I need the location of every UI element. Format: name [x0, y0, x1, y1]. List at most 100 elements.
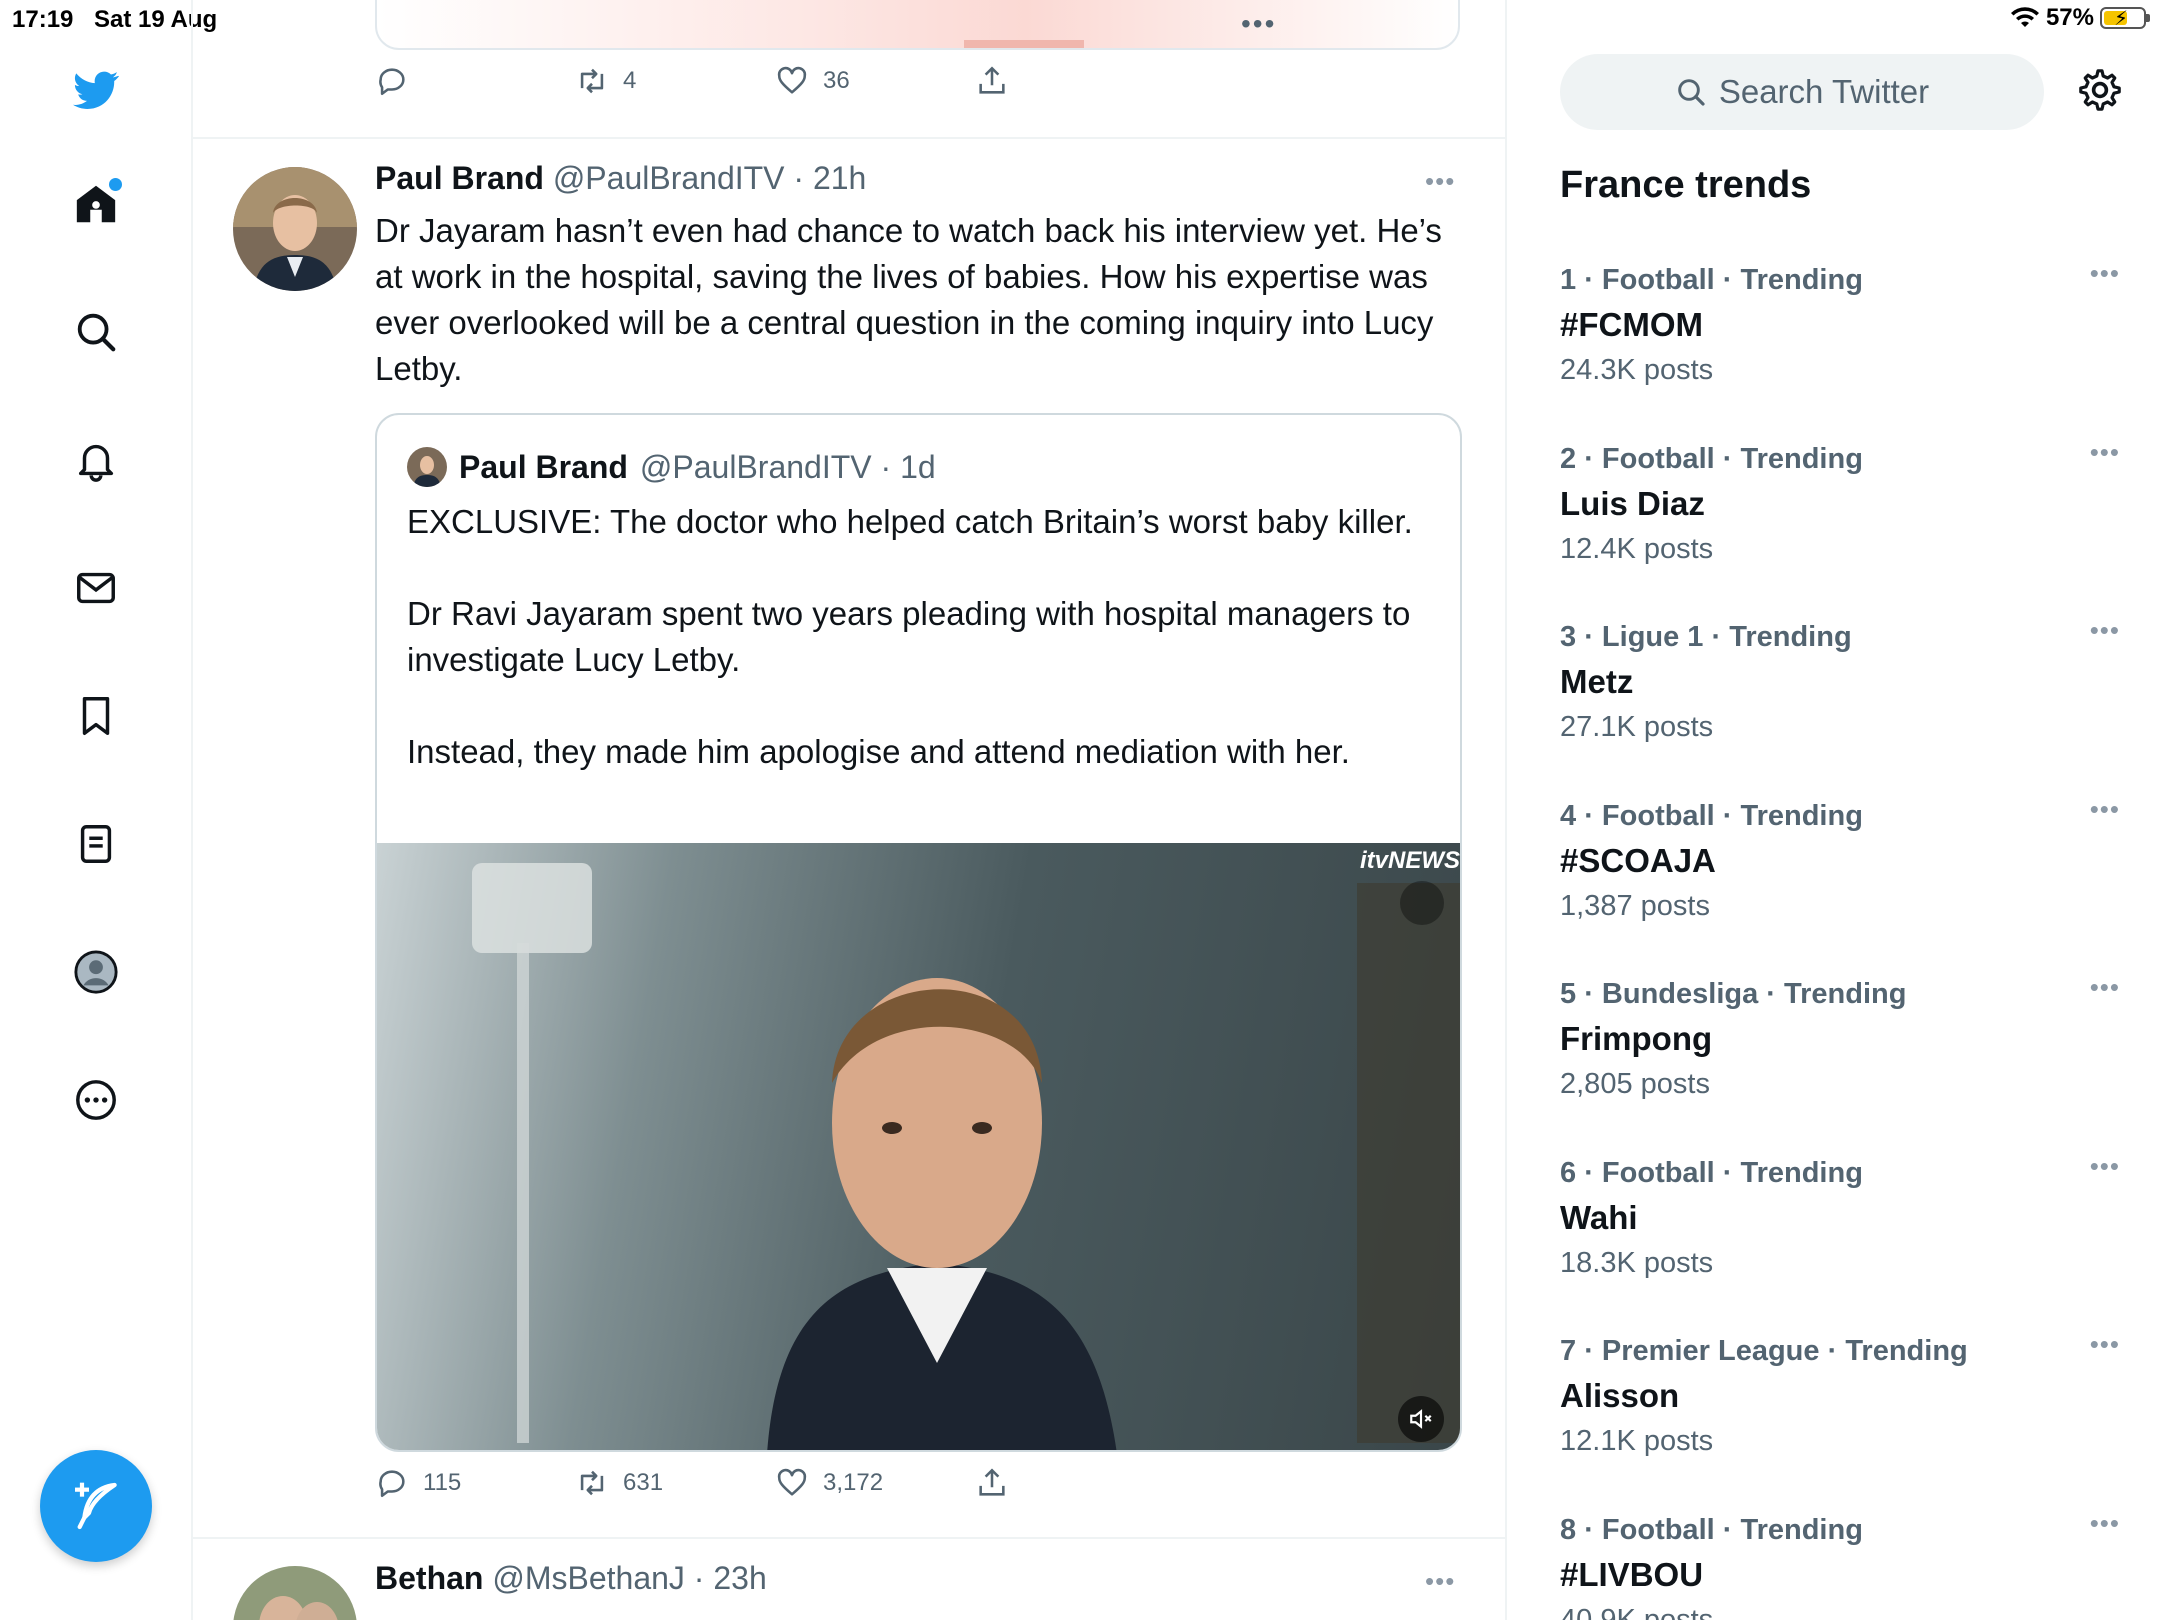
retweet-button[interactable]: 4 [575, 64, 636, 98]
trend-rank: 5 [1560, 978, 1577, 1010]
nav-home[interactable] [64, 172, 128, 236]
avatar[interactable] [233, 1566, 357, 1620]
more-circle-icon [76, 1080, 116, 1120]
settings-button[interactable] [2076, 66, 2124, 114]
separator-dot: · [784, 160, 813, 196]
nav-explore[interactable] [64, 300, 128, 364]
quoted-paragraph-2: Dr Ravi Jayaram spent two years pleading… [407, 595, 1411, 678]
trend-post-count: 40.9K posts [1560, 1604, 1714, 1620]
reply-count: 115 [423, 1469, 462, 1496]
battery-icon: ⚡ [2100, 7, 2150, 30]
retweet-button[interactable]: 631 [575, 1466, 663, 1500]
divider [193, 1537, 1505, 1539]
trend-more-icon[interactable]: ••• [2090, 615, 2120, 646]
trend-category: Premier League [1601, 1335, 1820, 1367]
list-icon [80, 825, 112, 863]
nav-lists[interactable] [64, 812, 128, 876]
quoted-tweet[interactable]: Paul Brand @PaulBrandITV · 1d EXCLUSIVE:… [375, 413, 1462, 1452]
share-button[interactable] [975, 1466, 1009, 1500]
trend-more-icon[interactable]: ••• [2090, 794, 2120, 825]
compose-icon [75, 1482, 117, 1530]
trend-category: Ligue 1 [1601, 621, 1704, 653]
trends-title: France trends [1560, 164, 1812, 206]
retweet-icon [580, 68, 604, 94]
trend-status: Trending [1740, 443, 1863, 475]
trend-post-count: 2,805 posts [1560, 1068, 1710, 1100]
trend-item[interactable]: 4 · Football · Trending #SCOAJA 1,387 po… [1560, 794, 2120, 970]
compose-button[interactable] [40, 1450, 152, 1562]
trend-meta: 5 · Bundesliga · Trending [1560, 978, 1907, 1010]
trend-item[interactable]: 6 · Football · Trending Wahi 18.3K posts… [1560, 1151, 2120, 1327]
author-handle[interactable]: @PaulBrandITV [553, 160, 785, 196]
trend-name: #SCOAJA [1560, 842, 1716, 879]
author-handle[interactable]: @MsBethanJ [492, 1560, 685, 1596]
trend-rank: 2 [1560, 443, 1577, 475]
twitter-logo-icon[interactable] [64, 58, 128, 122]
separator-dot: · [684, 1560, 714, 1596]
trend-meta: 6 · Football · Trending [1560, 1157, 1863, 1189]
trend-item[interactable]: 2 · Football · Trending Luis Diaz 12.4K … [1560, 437, 2120, 613]
trend-more-icon[interactable]: ••• [2090, 437, 2120, 468]
previous-tweet-actions: 4 36 [375, 64, 1075, 114]
tweet-time[interactable]: 21h [813, 160, 866, 196]
trend-meta: 1 · Football · Trending [1560, 264, 1863, 296]
quoted-tweet-text: EXCLUSIVE: The doctor who helped catch B… [407, 499, 1437, 821]
search-input[interactable]: Search Twitter [1560, 54, 2044, 130]
mail-icon [77, 572, 115, 604]
quoted-paragraph-3: Instead, they made him apologise and att… [407, 733, 1350, 770]
trend-more-icon[interactable]: ••• [2090, 1514, 2120, 1539]
share-button[interactable] [975, 64, 1009, 98]
author-name[interactable]: Paul Brand [375, 160, 544, 196]
reply-icon [379, 68, 405, 96]
tweet-time[interactable]: 23h [713, 1560, 766, 1596]
mute-button[interactable] [1398, 1396, 1444, 1442]
profile-icon [74, 950, 118, 994]
heart-icon [777, 66, 807, 94]
trend-more-icon[interactable]: ••• [2090, 1151, 2120, 1182]
trend-meta: 7 · Premier League · Trending [1560, 1335, 1968, 1367]
wifi-icon [2010, 7, 2039, 27]
divider [193, 137, 1505, 139]
media-more-icon[interactable]: ••• [1241, 8, 1276, 40]
trend-item[interactable]: 3 · Ligue 1 · Trending Metz 27.1K posts … [1560, 615, 2120, 791]
avatar[interactable] [233, 167, 357, 291]
nav-more[interactable] [64, 1068, 128, 1132]
tweet-header: Bethan @MsBethanJ · 23h [375, 1560, 767, 1597]
trend-name: Wahi [1560, 1199, 1638, 1236]
trend-item[interactable]: 5 · Bundesliga · Trending Frimpong 2,805… [1560, 972, 2120, 1148]
video-player[interactable]: itvNEWS [377, 843, 1460, 1450]
trend-status: Trending [1740, 264, 1863, 296]
quoted-paragraph-1: EXCLUSIVE: The doctor who helped catch B… [407, 503, 1413, 540]
like-button[interactable]: 3,172 [775, 1466, 883, 1500]
tweet-more-icon[interactable]: ••• [1425, 1566, 1455, 1597]
quoted-author-handle: @PaulBrandITV [639, 448, 872, 485]
trend-name: Metz [1560, 663, 1634, 700]
reply-button[interactable] [375, 64, 409, 98]
battery-percent: 57% [2045, 4, 2094, 31]
trend-status: Trending [1784, 978, 1907, 1010]
video-frame [472, 863, 1460, 1450]
search-placeholder: Search Twitter [1718, 73, 1930, 110]
trend-item[interactable]: 8 · Football · Trending #LIVBOU 40.9K po… [1560, 1514, 2120, 1620]
nav-bookmarks[interactable] [64, 684, 128, 748]
trend-more-icon[interactable]: ••• [2090, 972, 2120, 1003]
author-name[interactable]: Bethan [375, 1560, 483, 1596]
previous-tweet-media[interactable]: ••• [375, 0, 1460, 50]
nav-profile[interactable] [64, 940, 128, 1004]
trend-more-icon[interactable]: ••• [2090, 258, 2120, 289]
nav-messages[interactable] [64, 556, 128, 620]
retweet-count: 631 [623, 1469, 664, 1496]
nav-notifications[interactable] [64, 428, 128, 492]
quoted-avatar [407, 447, 447, 487]
trend-item[interactable]: 1 · Football · Trending #FCMOM 24.3K pos… [1560, 258, 2120, 434]
reply-icon [379, 1470, 405, 1498]
tweet-more-icon[interactable]: ••• [1425, 166, 1455, 197]
quoted-tweet-time: 1d [900, 448, 936, 485]
trend-item[interactable]: 7 · Premier League · Trending Alisson 12… [1560, 1329, 2120, 1505]
like-button[interactable]: 36 [775, 64, 850, 98]
caption-icon[interactable] [1400, 881, 1444, 925]
trend-more-icon[interactable]: ••• [2090, 1329, 2120, 1360]
trend-status: Trending [1740, 1514, 1863, 1546]
trend-status: Trending [1740, 800, 1863, 832]
reply-button[interactable]: 115 [375, 1466, 461, 1500]
